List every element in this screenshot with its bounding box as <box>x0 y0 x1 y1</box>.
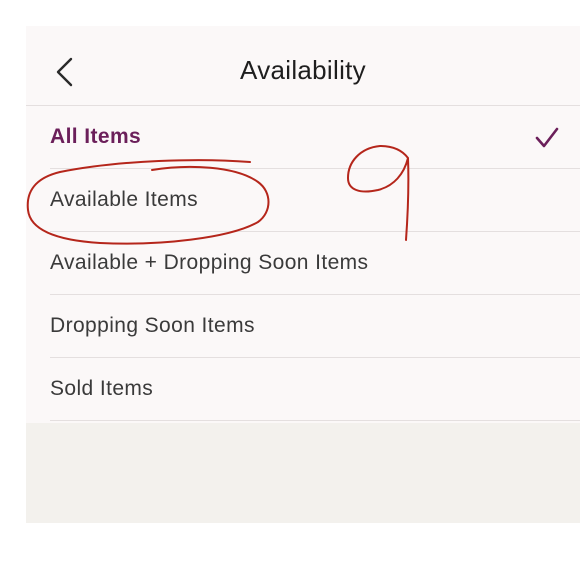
option-all-items[interactable]: All Items <box>26 106 580 169</box>
option-dropping-soon-items[interactable]: Dropping Soon Items <box>26 295 580 358</box>
option-sold-items[interactable]: Sold Items <box>26 358 580 421</box>
option-label: Dropping Soon Items <box>50 314 255 337</box>
checkmark-icon <box>535 127 559 148</box>
option-available-items[interactable]: Available Items <box>26 169 580 232</box>
availability-screen: Availability All Items Available Items A… <box>26 26 580 523</box>
option-label: All Items <box>50 125 142 148</box>
option-label: Available + Dropping Soon Items <box>50 251 369 274</box>
option-label: Available Items <box>50 188 199 211</box>
options-panel: Availability All Items Available Items A… <box>26 26 580 423</box>
option-label: Sold Items <box>50 377 154 400</box>
availability-options-list: All Items Available Items Available + Dr… <box>26 106 580 421</box>
divider <box>50 420 580 421</box>
page-title: Availability <box>240 55 366 85</box>
option-available-dropping-soon-items[interactable]: Available + Dropping Soon Items <box>26 232 580 295</box>
header: Availability <box>26 26 580 106</box>
